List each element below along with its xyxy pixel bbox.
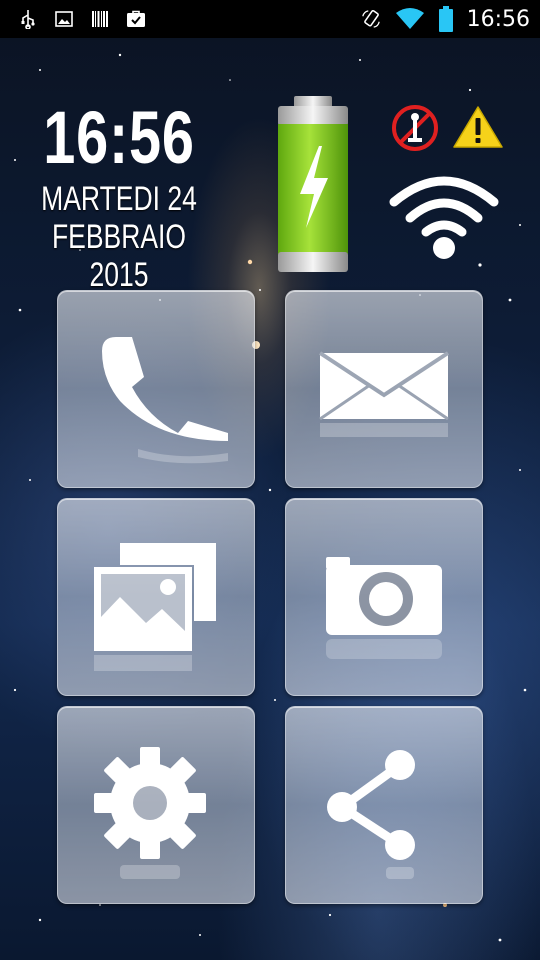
status-bar-time: 16:56	[466, 6, 530, 32]
share-icon	[327, 750, 415, 879]
briefcase-check-icon	[126, 9, 146, 29]
gallery-tile[interactable]	[57, 498, 255, 696]
camera-icon	[326, 557, 442, 659]
clock-time: 16:56	[43, 96, 195, 179]
phone-tile[interactable]	[57, 290, 255, 488]
status-bar: 16:56	[0, 0, 540, 38]
phone-icon	[102, 337, 228, 464]
alert-icons	[390, 104, 504, 156]
screen-rotation-icon	[361, 9, 381, 29]
share-tile[interactable]	[285, 706, 483, 904]
barcode-icon	[90, 9, 110, 29]
battery-charging-icon[interactable]	[276, 96, 350, 276]
warning-icon[interactable]	[452, 104, 504, 156]
wifi-large-icon[interactable]	[388, 168, 500, 264]
camera-tile[interactable]	[285, 498, 483, 696]
gear-icon	[94, 747, 206, 879]
clock-widget[interactable]: 16:56 MARTEDI 24 FEBBRAIO 2015	[14, 96, 224, 295]
messages-tile[interactable]	[285, 290, 483, 488]
clock-date-line1: MARTEDI 24	[41, 180, 197, 218]
gallery-icon	[94, 543, 216, 671]
clock-date-line2: FEBBRAIO 2015	[51, 218, 187, 294]
settings-tile[interactable]	[57, 706, 255, 904]
usb-icon	[18, 9, 38, 29]
battery-full-icon	[438, 6, 453, 32]
image-notification-icon	[54, 9, 74, 29]
wifi-signal-icon	[395, 8, 425, 29]
no-signal-icon[interactable]	[390, 104, 440, 156]
envelope-icon	[318, 351, 450, 437]
